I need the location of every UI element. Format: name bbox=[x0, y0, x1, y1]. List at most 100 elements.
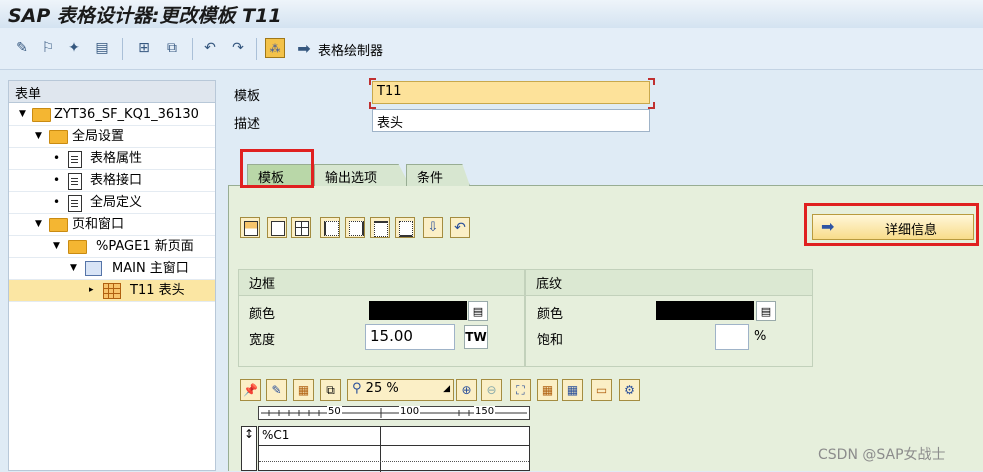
bullet-icon: • bbox=[53, 173, 61, 187]
tree-item-t11-table[interactable]: ▸ T11 表头 bbox=[9, 280, 215, 302]
tree-item-pages-windows[interactable]: ▼ 页和窗口 bbox=[9, 214, 215, 236]
border-group-title: 边框 bbox=[239, 270, 524, 296]
pencil-icon[interactable]: ✎ bbox=[266, 379, 287, 401]
frame-inner-icon[interactable] bbox=[291, 217, 311, 238]
color-picker-icon[interactable]: ▤ bbox=[756, 301, 776, 321]
toolbar-separator bbox=[122, 38, 123, 60]
details-button-label: 详细信息 bbox=[885, 223, 938, 238]
tree-item-main-window[interactable]: ▼ MAIN 主窗口 bbox=[9, 258, 215, 280]
expand-arrow-icon[interactable]: ▼ bbox=[35, 214, 42, 235]
color-picker-icon[interactable]: ▤ bbox=[468, 301, 488, 321]
saturation-label: 饱和 bbox=[537, 333, 564, 348]
undo-table-icon[interactable]: ↶ bbox=[450, 217, 470, 238]
expand-arrow-icon[interactable]: ▼ bbox=[35, 126, 42, 147]
document-icon bbox=[68, 195, 82, 212]
redo-icon[interactable]: ↷ bbox=[228, 38, 248, 58]
focus-corner bbox=[648, 102, 655, 109]
frame-top-icon[interactable] bbox=[370, 217, 390, 238]
bullet-icon: • bbox=[53, 195, 61, 209]
display-change-icon[interactable]: ✎ bbox=[12, 38, 32, 58]
folder-icon bbox=[49, 130, 68, 144]
tree-item-global-settings[interactable]: ▼ 全局设置 bbox=[9, 126, 215, 148]
expand-arrow-icon[interactable]: ▼ bbox=[19, 104, 26, 125]
select-table-icon[interactable] bbox=[240, 217, 260, 238]
border-width-input[interactable]: 15.00 bbox=[365, 324, 455, 350]
tree-item-global-definitions[interactable]: • 全局定义 bbox=[9, 192, 215, 214]
document-icon bbox=[68, 173, 82, 190]
tree-item-form-interface[interactable]: • 表格接口 bbox=[9, 170, 215, 192]
table-painter-button[interactable]: 表格绘制器 bbox=[318, 40, 383, 59]
tree-item-label: 表格接口 bbox=[90, 173, 143, 188]
tree-item-label: 表格属性 bbox=[90, 151, 143, 166]
expand-arrow-icon[interactable]: ▼ bbox=[53, 236, 60, 257]
arrow-right-icon: ➡ bbox=[821, 217, 835, 236]
tree-item-label: T11 表头 bbox=[130, 283, 185, 298]
activate-icon[interactable]: ⚐ bbox=[38, 38, 58, 58]
application-toolbar: ✎ ⚐ ✦ ▤ ⊞ ⧉ ↶ ↷ ⁂ ➡ 表格绘制器 bbox=[0, 28, 983, 70]
tree-item-form-attributes[interactable]: • 表格属性 bbox=[9, 148, 215, 170]
shading-color-swatch[interactable] bbox=[656, 301, 754, 320]
field-list-icon[interactable]: ⁂ bbox=[265, 38, 285, 58]
template-label: 模板 bbox=[234, 89, 261, 104]
test-icon[interactable]: ✦ bbox=[64, 38, 84, 58]
new-icon[interactable]: ⊞ bbox=[134, 38, 154, 58]
fit-icon[interactable]: ⛶ bbox=[510, 379, 531, 401]
ruler-mark: 100 bbox=[399, 406, 421, 417]
table-grid-icon[interactable]: ▦ bbox=[293, 379, 314, 401]
zoom-icon: ⚲ bbox=[352, 381, 362, 396]
copy-table-icon[interactable]: ⧉ bbox=[320, 379, 341, 401]
unit-button[interactable]: TW bbox=[464, 325, 488, 349]
shading-color-label: 颜色 bbox=[537, 307, 564, 322]
border-color-swatch[interactable] bbox=[369, 301, 467, 320]
download-icon[interactable]: ⇩ bbox=[423, 217, 443, 238]
form-icon[interactable]: ▤ bbox=[92, 38, 112, 58]
chevron-down-icon: ◢ bbox=[443, 384, 450, 394]
form-tree: 表单 ▼ ZYT36_SF_KQ1_36130 ▼ 全局设置 • 表格属性 • … bbox=[8, 80, 216, 471]
frame-outer-icon[interactable] bbox=[267, 217, 287, 238]
frame-left-icon[interactable] bbox=[320, 217, 340, 238]
focus-corner bbox=[648, 78, 655, 85]
tree-item-label: %PAGE1 新页面 bbox=[96, 239, 194, 254]
details-button[interactable]: ➡ 详细信息 bbox=[812, 214, 974, 240]
window-title: SAP 表格设计器:更改模板 T11 bbox=[8, 5, 282, 27]
toolbar-separator bbox=[256, 38, 257, 60]
window-icon bbox=[85, 261, 102, 276]
toolbar-separator bbox=[192, 38, 193, 60]
table-icon bbox=[103, 283, 121, 299]
zoom-out-icon[interactable]: ⊖ bbox=[481, 379, 502, 401]
border-color-label: 颜色 bbox=[249, 307, 276, 322]
focus-corner bbox=[369, 102, 376, 109]
column-line bbox=[380, 427, 381, 472]
border-group: 边框 颜色 ▤ 宽度 15.00 TW bbox=[238, 269, 525, 367]
zoom-in-icon[interactable]: ⊕ bbox=[456, 379, 477, 401]
tree-item-page1[interactable]: ▼ %PAGE1 新页面 bbox=[9, 236, 215, 258]
template-input[interactable]: T11 bbox=[372, 81, 650, 104]
expand-arrow-icon[interactable]: ▼ bbox=[70, 258, 77, 279]
tree-item-form[interactable]: ▼ ZYT36_SF_KQ1_36130 bbox=[9, 104, 215, 126]
undo-icon[interactable]: ↶ bbox=[200, 38, 220, 58]
tree-item-label: 全局设置 bbox=[72, 129, 125, 144]
ruler-icon[interactable]: ▭ bbox=[591, 379, 612, 401]
saturation-input[interactable] bbox=[715, 324, 749, 350]
settings-icon[interactable]: ⚙ bbox=[619, 379, 640, 401]
frame-right-icon[interactable] bbox=[345, 217, 365, 238]
grid-icon[interactable]: ▦ bbox=[537, 379, 558, 401]
shading-group: 底纹 颜色 ▤ 饱和 % bbox=[525, 269, 813, 367]
tab-conditions[interactable]: 条件 bbox=[406, 164, 470, 186]
table-painter-canvas[interactable]: %C1 bbox=[258, 426, 530, 472]
folder-icon bbox=[32, 108, 51, 122]
collapse-arrow-icon[interactable]: ▸ bbox=[89, 280, 94, 301]
zoom-dropdown[interactable]: ⚲ 25 % ◢ bbox=[347, 379, 454, 401]
copy-icon[interactable]: ⧉ bbox=[162, 38, 182, 58]
tab-output-options[interactable]: 输出选项 bbox=[314, 164, 410, 186]
percent-label: % bbox=[754, 329, 767, 344]
pin-icon[interactable]: 📌 bbox=[240, 379, 261, 401]
grid-lines-icon[interactable]: ▦ bbox=[562, 379, 583, 401]
ruler: 50 100 150 bbox=[258, 406, 530, 420]
arrow-right-icon[interactable]: ➡ bbox=[294, 38, 314, 58]
description-input[interactable]: 表头 bbox=[372, 109, 650, 132]
vertical-ruler: ↕ bbox=[241, 426, 257, 471]
shading-group-title: 底纹 bbox=[526, 270, 812, 296]
frame-bottom-icon[interactable] bbox=[395, 217, 415, 238]
bullet-icon: • bbox=[53, 151, 61, 165]
